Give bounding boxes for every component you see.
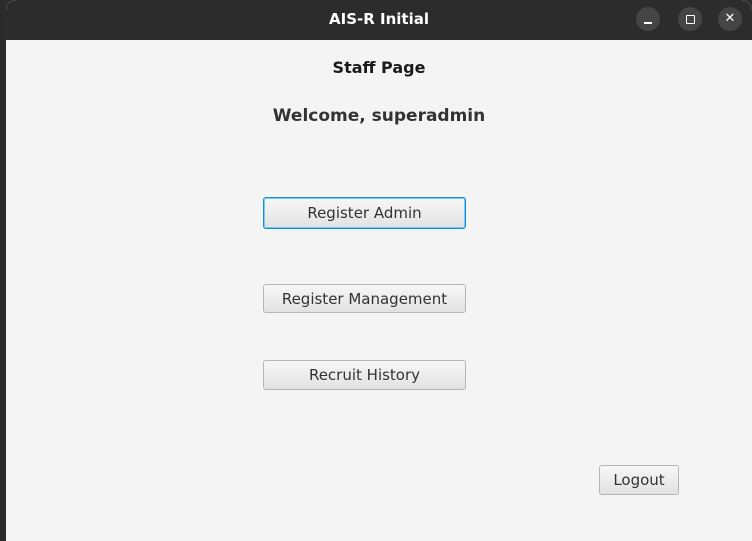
minimize-icon <box>644 22 652 24</box>
welcome-message: Welcome, superadmin <box>272 106 486 126</box>
app-window: AIS-R Initial ✕ Staff Page Welcome, supe… <box>6 0 752 541</box>
maximize-button[interactable] <box>678 7 702 31</box>
minimize-button[interactable] <box>636 7 660 31</box>
register-admin-button[interactable]: Register Admin <box>263 197 466 229</box>
main-content: Staff Page Welcome, superadmin Register … <box>6 40 752 541</box>
close-button[interactable]: ✕ <box>718 7 742 31</box>
maximize-icon <box>686 15 695 24</box>
logout-button[interactable]: Logout <box>599 465 679 495</box>
recruit-history-button[interactable]: Recruit History <box>263 360 466 390</box>
page-title: Staff Page <box>332 58 426 77</box>
close-icon: ✕ <box>724 11 736 26</box>
title-bar[interactable]: AIS-R Initial ✕ <box>6 0 752 40</box>
register-management-button[interactable]: Register Management <box>263 284 466 313</box>
